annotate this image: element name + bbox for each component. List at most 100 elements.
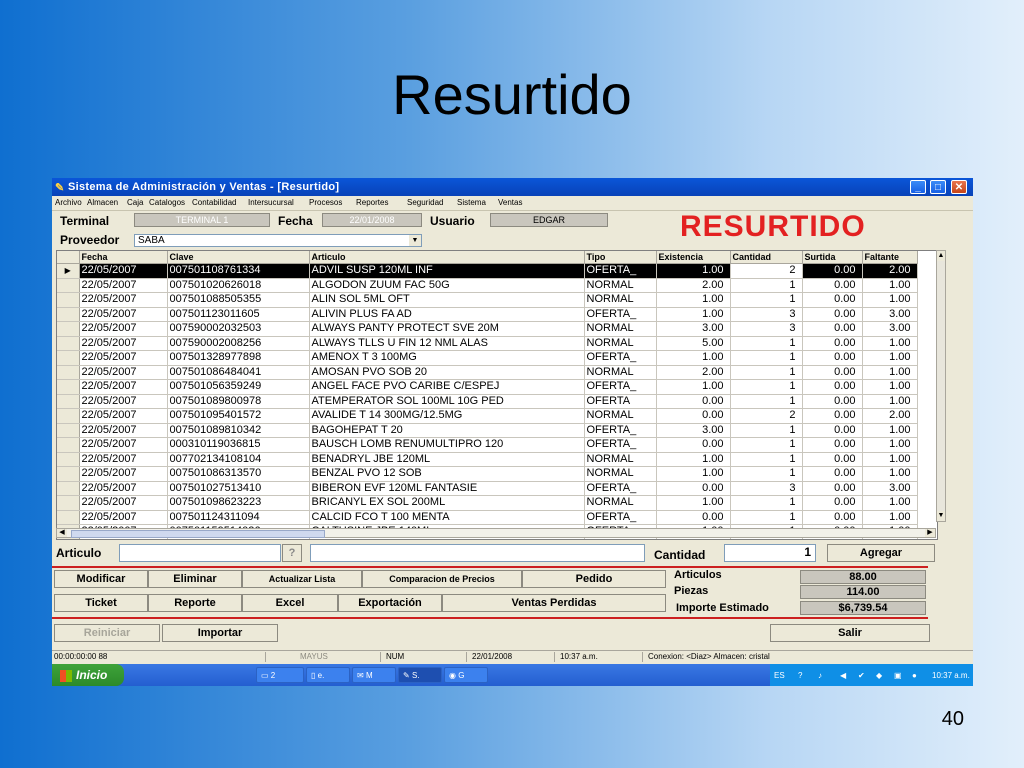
task-e[interactable]: ▯ e. — [306, 667, 350, 683]
cell-faltante[interactable]: 2.00 — [862, 408, 918, 424]
row-selector[interactable] — [57, 321, 80, 337]
task-g[interactable]: ◉ G — [444, 667, 488, 683]
row-selector[interactable] — [57, 394, 80, 409]
cell-articulo[interactable]: BENZAL PVO 12 SOB — [309, 466, 585, 482]
cell-fecha[interactable]: 22/05/2007 — [79, 423, 168, 438]
cell-cantidad[interactable]: 1 — [730, 292, 803, 308]
cell-clave[interactable]: 000310119036815 — [167, 437, 310, 453]
tray-status-icon[interactable]: ● — [912, 671, 917, 680]
cell-surtida[interactable]: 0.00 — [802, 437, 863, 453]
speaker-icon[interactable]: ♪ — [818, 671, 822, 680]
row-selector[interactable] — [57, 307, 80, 322]
menu-archivo[interactable]: Archivo — [55, 198, 82, 207]
cell-existencia[interactable]: 0.00 — [656, 408, 731, 424]
cell-clave[interactable]: 007501328977898 — [167, 350, 310, 366]
ventas-perdidas-button[interactable]: Ventas Perdidas — [442, 594, 666, 612]
cell-existencia[interactable]: 0.00 — [656, 510, 731, 525]
row-selector[interactable] — [57, 423, 80, 438]
cell-faltante[interactable]: 1.00 — [862, 495, 918, 511]
back-icon[interactable]: ◀ — [840, 671, 846, 680]
cell-cantidad[interactable]: 1 — [730, 394, 803, 409]
cell-fecha[interactable]: 22/05/2007 — [79, 292, 168, 308]
cell-cantidad[interactable]: 1 — [730, 452, 803, 467]
cell-fecha[interactable]: 22/05/2007 — [79, 466, 168, 482]
cell-fecha[interactable]: 22/05/2007 — [79, 408, 168, 424]
menu-procesos[interactable]: Procesos — [309, 198, 342, 207]
row-selector[interactable] — [57, 495, 80, 511]
table-row[interactable]: 22/05/2007 007501124311094 CALCID FCO T 10… — [57, 510, 918, 525]
row-selector[interactable] — [57, 466, 80, 482]
cell-surtida[interactable]: 0.00 — [802, 466, 863, 482]
cell-faltante[interactable]: 1.00 — [862, 466, 918, 482]
col-articulo[interactable]: Articulo — [309, 251, 585, 264]
col-tipo[interactable]: Tipo — [584, 251, 657, 264]
cell-articulo[interactable]: BIBERON EVF 120ML FANTASIE — [309, 481, 585, 496]
pedido-button[interactable]: Pedido — [522, 570, 666, 588]
cell-faltante[interactable]: 3.00 — [862, 321, 918, 337]
cell-existencia[interactable]: 1.00 — [656, 307, 731, 322]
col-faltante[interactable]: Faltante — [862, 251, 918, 264]
menu-ventas[interactable]: Ventas — [498, 198, 522, 207]
table-row[interactable]: 22/05/2007 007501086484041 AMOSAN PVO SOB … — [57, 365, 918, 380]
menu-seguridad[interactable]: Seguridad — [407, 198, 443, 207]
table-row[interactable]: 22/05/2007 007501098623223 BRICANYL EX SOL… — [57, 495, 918, 511]
cell-existencia[interactable]: 1.00 — [656, 292, 731, 308]
cell-existencia[interactable]: 1.00 — [656, 466, 731, 482]
minimize-button[interactable]: _ — [910, 180, 926, 194]
cell-clave[interactable]: 007501088505355 — [167, 292, 310, 308]
scroll-up-icon[interactable]: ▲ — [937, 251, 945, 261]
cell-clave[interactable]: 007501056359249 — [167, 379, 310, 395]
cell-clave[interactable]: 007501098623223 — [167, 495, 310, 511]
cell-existencia[interactable]: 2.00 — [656, 278, 731, 293]
cell-articulo[interactable]: AMOSAN PVO SOB 20 — [309, 365, 585, 380]
cell-tipo[interactable]: NORMAL — [584, 292, 657, 308]
cell-existencia[interactable]: 1.00 — [656, 350, 731, 366]
cell-tipo[interactable]: OFERTA_ — [584, 350, 657, 366]
cell-existencia[interactable]: 0.00 — [656, 481, 731, 496]
cell-surtida[interactable]: 0.00 — [802, 408, 863, 424]
table-row[interactable]: 22/05/2007 007501123011605 ALIVIN PLUS FA … — [57, 307, 918, 322]
cell-existencia[interactable]: 1.00 — [656, 452, 731, 467]
close-button[interactable]: ✕ — [951, 180, 967, 194]
menu-catalogos[interactable]: Catalogos — [149, 198, 185, 207]
menu-intersucursal[interactable]: Intersucursal — [248, 198, 294, 207]
ticket-button[interactable]: Ticket — [54, 594, 148, 612]
cell-faltante[interactable]: 1.00 — [862, 292, 918, 308]
cell-cantidad[interactable]: 2 — [730, 263, 803, 279]
cell-surtida[interactable]: 0.00 — [802, 292, 863, 308]
cell-articulo[interactable]: BENADRYL JBE 120ML — [309, 452, 585, 467]
cell-faltante[interactable]: 1.00 — [862, 379, 918, 395]
cell-cantidad[interactable]: 3 — [730, 321, 803, 337]
cell-articulo[interactable]: BAUSCH LOMB RENUMULTIPRO 120 — [309, 437, 585, 453]
cell-articulo[interactable]: ALWAYS PANTY PROTECT SVE 20M — [309, 321, 585, 337]
task-s[interactable]: ✎ S. — [398, 667, 442, 683]
tray-lang[interactable]: ES — [774, 671, 785, 680]
cell-faltante[interactable]: 1.00 — [862, 452, 918, 467]
col-clave[interactable]: Clave — [167, 251, 310, 264]
cell-surtida[interactable]: 0.00 — [802, 365, 863, 380]
cell-existencia[interactable]: 3.00 — [656, 423, 731, 438]
grid-horizontal-scrollbar[interactable]: ◀ ▶ — [56, 528, 936, 538]
cell-clave[interactable]: 007590002032503 — [167, 321, 310, 337]
cell-articulo[interactable]: ALIN SOL 5ML OFT — [309, 292, 585, 308]
eliminar-button[interactable]: Eliminar — [148, 570, 242, 588]
salir-button[interactable]: Salir — [770, 624, 930, 642]
cell-articulo[interactable]: ATEMPERATOR SOL 100ML 10G PED — [309, 394, 585, 409]
col-cantidad[interactable]: Cantidad — [730, 251, 803, 264]
cell-tipo[interactable]: OFERTA_ — [584, 307, 657, 322]
cell-faltante[interactable]: 1.00 — [862, 365, 918, 380]
cell-cantidad[interactable]: 1 — [730, 423, 803, 438]
cell-surtida[interactable]: 0.00 — [802, 321, 863, 337]
table-row[interactable]: 22/05/2007 007501328977898 AMENOX T 3 100M… — [57, 350, 918, 366]
cell-articulo[interactable]: ALIVIN PLUS FA AD — [309, 307, 585, 322]
horizontal-scroll-thumb[interactable] — [71, 530, 325, 538]
row-selector[interactable] — [57, 408, 80, 424]
cell-clave[interactable]: 007501020626018 — [167, 278, 310, 293]
cell-tipo[interactable]: NORMAL — [584, 321, 657, 337]
cell-fecha[interactable]: 22/05/2007 — [79, 510, 168, 525]
cell-surtida[interactable]: 0.00 — [802, 481, 863, 496]
cell-cantidad[interactable]: 1 — [730, 510, 803, 525]
actualizar-lista-button[interactable]: Actualizar Lista — [242, 570, 362, 588]
table-row[interactable]: 22/05/2007 007501088505355 ALIN SOL 5ML OF… — [57, 292, 918, 308]
cell-fecha[interactable]: 22/05/2007 — [79, 263, 168, 279]
